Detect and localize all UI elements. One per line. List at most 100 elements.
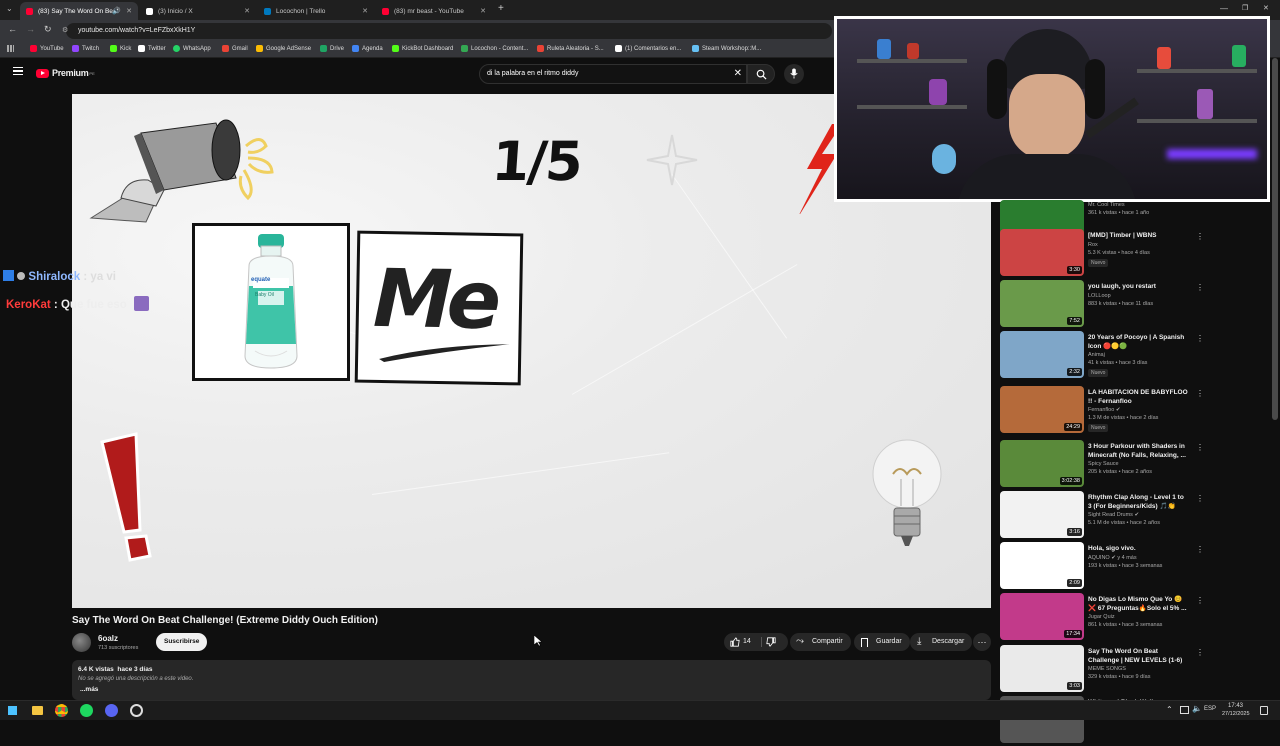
recommendation-title[interactable]: [MMD] Timber | WBNS <box>1088 232 1188 241</box>
clock-date[interactable]: 27/12/2025 <box>1222 711 1250 717</box>
bookmark-twitch[interactable]: Twitch <box>72 45 99 52</box>
subscribe-button[interactable]: Suscribirse <box>156 633 208 651</box>
bookmark-ruleta[interactable]: Ruleta Aleatoria - S... <box>537 45 604 52</box>
more-options-icon[interactable]: ⋮ <box>1196 389 1204 398</box>
recommendation-channel[interactable]: Mr. Cool Times <box>1088 202 1125 208</box>
more-options-icon[interactable]: ⋮ <box>1196 494 1204 503</box>
file-explorer-icon[interactable] <box>32 706 43 715</box>
minimize-icon[interactable]: — <box>1220 4 1228 13</box>
recommendation-title[interactable]: Rhythm Clap Along - Level 1 to 3 (For Be… <box>1088 494 1188 511</box>
recommendation-channel[interactable]: Fernanfloo ✔ <box>1088 407 1120 413</box>
recommendation-item[interactable]: 2:32 20 Years of Pocoyo | A Spanish Icon … <box>1000 331 1204 381</box>
close-tab-icon[interactable]: ✕ <box>362 7 368 15</box>
new-tab-icon[interactable]: + <box>498 3 504 14</box>
language-indicator[interactable]: ESP <box>1204 706 1216 712</box>
volume-icon[interactable]: 🔈 <box>1192 704 1202 713</box>
reload-icon[interactable]: ↻ <box>44 24 52 35</box>
recommendation-channel[interactable]: Jugar Quiz <box>1088 614 1115 620</box>
address-bar[interactable]: ⚙ youtube.com/watch?v=LeFZbxXkH1Y <box>62 23 832 39</box>
bookmark-twitter[interactable]: Twitter <box>138 45 166 52</box>
spotify-icon[interactable] <box>80 704 93 717</box>
dislike-button[interactable] <box>764 633 786 651</box>
description-box[interactable]: 6.4 K vistas hace 3 días No se agregó un… <box>72 660 991 700</box>
clear-search-icon[interactable]: ✕ <box>734 65 742 83</box>
recommendation-title[interactable]: 20 Years of Pocoyo | A Spanish Icon 🔴🟡🟢 <box>1088 334 1188 351</box>
recommendation-title[interactable]: you laugh, you restart <box>1088 283 1188 292</box>
close-tab-icon[interactable]: ✕ <box>126 7 132 15</box>
video-thumbnail[interactable]: 17:34 <box>1000 593 1084 640</box>
menu-icon[interactable] <box>13 67 23 75</box>
channel-name[interactable]: 6oalz <box>98 634 118 643</box>
tab-mr-beast[interactable]: (83) mr beast - YouTube ✕ <box>376 2 492 20</box>
recommendation-channel[interactable]: Spicy Sauce <box>1088 461 1119 467</box>
clock-time[interactable]: 17:43 <box>1228 703 1243 709</box>
bookmark-whatsapp[interactable]: WhatsApp <box>173 45 211 52</box>
bookmark-adsense[interactable]: Google AdSense <box>256 45 311 52</box>
video-thumbnail[interactable]: 3:03 <box>1000 645 1084 692</box>
more-actions-button[interactable]: ⋯ <box>973 633 991 651</box>
more-options-icon[interactable]: ⋮ <box>1196 648 1204 657</box>
tab-x-inicio[interactable]: (3) Inicio / X ✕ <box>140 2 256 20</box>
bookmark-kick[interactable]: Kick <box>110 45 131 52</box>
close-tab-icon[interactable]: ✕ <box>480 7 486 15</box>
recommendation-title[interactable]: 3 Hour Parkour with Shaders in Minecraft… <box>1088 443 1188 460</box>
bookmark-steam[interactable]: Steam Workshop::M... <box>692 45 761 52</box>
video-thumbnail[interactable]: 2:09 <box>1000 542 1084 589</box>
tray-chevron-icon[interactable]: ⌃ <box>1166 705 1173 714</box>
video-thumbnail[interactable]: 2:32 <box>1000 331 1084 378</box>
bookmark-drive[interactable]: Drive <box>320 45 344 52</box>
channel-avatar[interactable] <box>72 633 91 652</box>
discord-icon[interactable] <box>105 704 118 717</box>
recommendation-item[interactable]: 3:02:38 3 Hour Parkour with Shaders in Mi… <box>1000 440 1204 490</box>
recommendation-item[interactable]: 3:16 Rhythm Clap Along - Level 1 to 3 (Fo… <box>1000 491 1204 541</box>
obs-icon[interactable] <box>130 704 143 717</box>
maximize-icon[interactable]: ❐ <box>1242 4 1248 12</box>
recommendation-channel[interactable]: Sight Read Drums ✔ <box>1088 512 1139 518</box>
tab-search-button[interactable]: ⌄ <box>6 4 13 13</box>
recommendation-channel[interactable]: Rox <box>1088 242 1098 248</box>
more-options-icon[interactable]: ⋮ <box>1196 443 1204 452</box>
bookmark-youtube[interactable]: YouTube <box>30 45 64 52</box>
video-thumbnail[interactable]: 3:30 <box>1000 229 1084 276</box>
recommendation-channel[interactable]: Animaj <box>1088 352 1105 358</box>
more-options-icon[interactable]: ⋮ <box>1196 334 1204 343</box>
recommendation-channel[interactable]: LOLLoop <box>1088 293 1111 299</box>
like-button[interactable]: 14 <box>728 633 762 651</box>
recommendation-title[interactable]: LA HABITACION DE BABYFLOO !! - Fernanflo… <box>1088 389 1188 406</box>
recommendation-item[interactable]: 17:34 No Digas Lo Mismo Que Yo 😊 ❌ 67 Pre… <box>1000 593 1204 643</box>
tab-trello[interactable]: Locochon | Trello ✕ <box>258 2 374 20</box>
recommendation-item[interactable]: 7:52 you laugh, you restart LOLLoop 883 k v… <box>1000 280 1204 330</box>
youtube-logo[interactable]: Premium PE <box>36 68 95 78</box>
download-button[interactable]: ⤓ Descargar <box>910 633 973 651</box>
bookmark-comentarios[interactable]: (1) Comentarios en... <box>615 45 681 52</box>
more-options-icon[interactable]: ⋮ <box>1196 545 1204 554</box>
forward-icon[interactable]: → <box>26 24 35 34</box>
search-button[interactable] <box>747 64 775 84</box>
network-icon[interactable] <box>1180 706 1189 714</box>
close-tab-icon[interactable]: ✕ <box>244 7 250 15</box>
more-options-icon[interactable]: ⋮ <box>1196 232 1204 241</box>
voice-search-button[interactable] <box>784 64 804 84</box>
page-scrollbar[interactable] <box>1272 58 1278 420</box>
bookmark-locochon[interactable]: Locochon - Content... <box>461 45 528 52</box>
notification-icon[interactable] <box>1260 706 1268 715</box>
bookmark-agenda[interactable]: Agenda <box>352 45 383 52</box>
site-info-icon[interactable]: ⚙ <box>62 23 68 39</box>
share-button[interactable]: ⤳ Compartir <box>790 633 851 651</box>
video-thumbnail[interactable]: 7:52 <box>1000 280 1084 327</box>
more-options-icon[interactable]: ⋮ <box>1196 283 1204 292</box>
recommendation-channel[interactable]: MEME SONGS <box>1088 666 1126 672</box>
tab-say-the-word[interactable]: (83) Say The Word On Beat 🔊 ✕ <box>20 2 138 20</box>
recommendation-title[interactable]: No Digas Lo Mismo Que Yo 😊 ❌ 67 Pregunta… <box>1088 596 1188 613</box>
recommendation-item[interactable]: 2:09 Hola, sigo vivo. AQUINO ✔ y 4 más 193 … <box>1000 542 1204 592</box>
recommendation-item[interactable]: 3:03 Say The Word On Beat Challenge | NEW… <box>1000 645 1204 695</box>
more-options-icon[interactable]: ⋮ <box>1196 596 1204 605</box>
back-icon[interactable]: ← <box>8 24 17 34</box>
recommendation-channel[interactable]: AQUINO ✔ y 4 más <box>1088 555 1137 561</box>
show-more-link[interactable]: ...más <box>80 686 98 693</box>
video-thumbnail[interactable]: 3:02:38 <box>1000 440 1084 487</box>
close-window-icon[interactable]: ✕ <box>1263 4 1269 12</box>
chrome-icon[interactable] <box>55 704 68 717</box>
apps-icon[interactable] <box>7 45 14 52</box>
search-input[interactable]: di la palabra en el ritmo diddy ✕ <box>479 64 747 84</box>
